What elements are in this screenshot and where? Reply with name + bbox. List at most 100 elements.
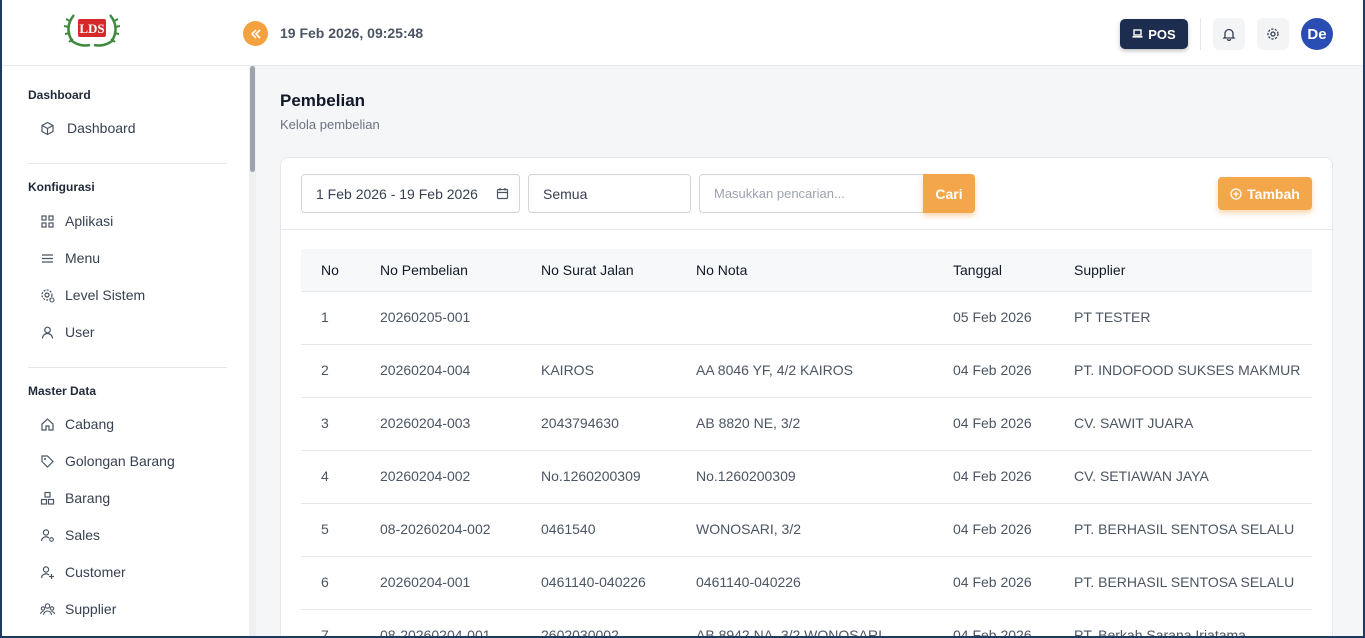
tag-icon: [41, 454, 54, 468]
page-title: Pembelian: [280, 91, 366, 110]
bell-icon: [1222, 28, 1236, 41]
status-select[interactable]: Semua: [528, 174, 691, 213]
sidebar-divider: [28, 367, 227, 368]
sidebar-item-level-sistem[interactable]: Level Sistem: [40, 283, 145, 307]
cell-no-surat-jalan: No.1260200309: [541, 468, 641, 484]
user-avatar[interactable]: De: [1301, 18, 1333, 50]
cell-no-nota: No.1260200309: [696, 468, 796, 484]
cell-no-surat-jalan: 2602030002: [541, 627, 619, 638]
status-select-value: Semua: [543, 185, 588, 202]
sidebar: [0, 66, 256, 638]
column-header-no[interactable]: No: [321, 262, 339, 278]
cell-no-pembelian: 20260204-002: [380, 468, 471, 484]
cell-tanggal: 04 Feb 2026: [953, 468, 1032, 484]
page-subtitle: Kelola pembelian: [280, 117, 380, 132]
cell-tanggal: 04 Feb 2026: [953, 415, 1032, 431]
cell-no-nota: 0461140-040226: [696, 574, 801, 590]
cell-no-pembelian: 08-20260204-001: [380, 627, 491, 638]
gear-icon: [1267, 28, 1279, 40]
table-row[interactable]: 6 20260204-001 0461140-040226 0461140-04…: [301, 557, 1312, 610]
users-icon: [40, 602, 55, 615]
cell-tanggal: 04 Feb 2026: [953, 627, 1032, 638]
date-range-value: 1 Feb 2026 - 19 Feb 2026: [316, 185, 478, 202]
sidebar-item-supplier[interactable]: Supplier: [40, 597, 116, 621]
cell-supplier: CV. SAWIT JUARA: [1074, 415, 1194, 431]
company-logo[interactable]: LDS: [60, 9, 124, 49]
laptop-icon: [1132, 29, 1143, 38]
cell-supplier: PT TESTER: [1074, 309, 1151, 325]
sidebar-item-label: Dashboard: [67, 120, 136, 136]
sidebar-item-customer[interactable]: Customer: [40, 560, 126, 584]
user-icon: [41, 326, 54, 339]
table-header: No No Pembelian No Surat Jalan No Nota T…: [301, 249, 1312, 292]
cell-no: 5: [321, 521, 329, 537]
sidebar-item-label: Cabang: [65, 416, 115, 432]
date-range-picker[interactable]: 1 Feb 2026 - 19 Feb 2026: [301, 174, 520, 213]
search-button[interactable]: Cari: [923, 174, 975, 213]
sidebar-item-cabang[interactable]: Cabang: [40, 412, 114, 436]
sidebar-section-dashboard: Dashboard: [28, 88, 91, 102]
cell-no-nota: AA 8046 YF, 4/2 KAIROS: [696, 362, 853, 378]
cell-no-pembelian: 08-20260204-002: [380, 521, 491, 537]
table-row[interactable]: 1 20260205-001 05 Feb 2026 PT TESTER: [301, 292, 1312, 345]
table-row[interactable]: 7 08-20260204-001 2602030002 AB 8942 NA,…: [301, 610, 1312, 638]
cell-no: 6: [321, 574, 329, 590]
column-header-no-nota[interactable]: No Nota: [696, 262, 747, 278]
sidebar-item-label: Barang: [65, 490, 111, 506]
cell-no: 2: [321, 362, 329, 378]
cell-tanggal: 04 Feb 2026: [953, 574, 1032, 590]
double-chevron-left-icon: [250, 28, 261, 39]
sidebar-item-golongan-barang[interactable]: Golongan Barang: [40, 449, 175, 473]
boxes-icon: [40, 491, 55, 505]
column-header-no-surat-jalan[interactable]: No Surat Jalan: [541, 262, 634, 278]
column-header-tanggal[interactable]: Tanggal: [953, 262, 1002, 278]
sidebar-scrollbar[interactable]: [250, 66, 255, 172]
column-header-no-pembelian[interactable]: No Pembelian: [380, 262, 468, 278]
cell-no-nota: AB 8820 NE, 3/2: [696, 415, 801, 431]
settings-button[interactable]: [1257, 18, 1289, 50]
home-icon: [41, 417, 54, 431]
cell-no: 1: [321, 309, 329, 325]
sidebar-item-menu[interactable]: Menu: [40, 246, 100, 270]
sidebar-item-label: Menu: [65, 250, 101, 266]
pos-button-label: POS: [1148, 26, 1176, 42]
cell-tanggal: 04 Feb 2026: [953, 362, 1032, 378]
table-row[interactable]: 2 20260204-004 KAIROS AA 8046 YF, 4/2 KA…: [301, 345, 1312, 398]
table-row[interactable]: 3 20260204-003 2043794630 AB 8820 NE, 3/…: [301, 398, 1312, 451]
calendar-icon: [496, 188, 509, 200]
table-row[interactable]: 4 20260204-002 No.1260200309 No.12602003…: [301, 451, 1312, 504]
sidebar-item-label: User: [65, 324, 95, 340]
cell-no-surat-jalan: 0461140-040226: [541, 574, 646, 590]
pos-button[interactable]: POS: [1120, 19, 1188, 49]
cell-supplier: PT. BERHASIL SENTOSA SELALU: [1074, 574, 1295, 590]
sidebar-collapse-button[interactable]: [243, 21, 268, 46]
cell-tanggal: 05 Feb 2026: [953, 309, 1032, 325]
card-divider: [281, 229, 1332, 230]
table-row[interactable]: 5 08-20260204-002 0461540 WONOSARI, 3/2 …: [301, 504, 1312, 557]
sidebar-item-label: Golongan Barang: [65, 453, 175, 469]
cell-no-surat-jalan: KAIROS: [541, 362, 594, 378]
cell-no: 7: [321, 627, 329, 638]
column-header-supplier[interactable]: Supplier: [1074, 262, 1125, 278]
sidebar-item-dashboard[interactable]: Dashboard: [40, 116, 136, 140]
sidebar-item-sales[interactable]: Sales: [40, 523, 100, 547]
user-plus-icon: [40, 565, 54, 579]
sidebar-item-label: Customer: [65, 564, 126, 580]
add-button[interactable]: Tambah: [1218, 177, 1312, 210]
sidebar-item-label: Aplikasi: [65, 213, 114, 229]
cell-no-pembelian: 20260204-004: [380, 362, 471, 378]
sidebar-item-barang[interactable]: Barang: [40, 486, 110, 510]
cell-no-nota: WONOSARI, 3/2: [696, 521, 802, 537]
gear-user-icon: [41, 288, 55, 303]
cell-supplier: PT. INDOFOOD SUKSES MAKMUR: [1074, 362, 1301, 378]
notification-button[interactable]: [1213, 18, 1245, 50]
sidebar-item-aplikasi[interactable]: Aplikasi: [40, 209, 113, 233]
top-header: LDS 19 Feb 2026, 09:25:48 POS De: [0, 0, 1365, 66]
cube-icon: [41, 121, 54, 135]
cell-no-surat-jalan: 2043794630: [541, 415, 619, 431]
sidebar-item-user[interactable]: User: [40, 320, 95, 344]
search-input[interactable]: [699, 174, 925, 213]
menu-icon: [42, 253, 53, 263]
cell-no-pembelian: 20260204-001: [380, 574, 471, 590]
sidebar-section-master-data: Master Data: [28, 384, 97, 398]
